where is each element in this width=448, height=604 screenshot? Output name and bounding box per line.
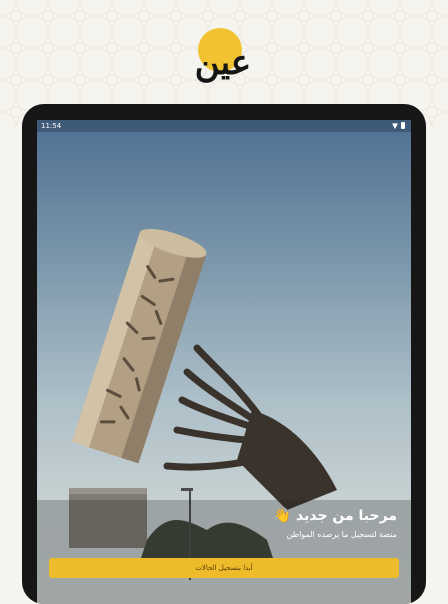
start-recording-button[interactable]: أبدا بتسجيل الحالات [49,558,399,578]
app-logo: عين [188,26,258,83]
welcome-title: مرحبا من جديد 👋 [274,508,397,524]
tablet-frame: 11:54 مرحبا من جديد 👋 منصة لتسجيل ما يرص… [22,104,426,604]
app-screen: 11:54 مرحبا من جديد 👋 منصة لتسجيل ما يرص… [37,120,411,604]
welcome-subtitle: منصة لتسجيل ما يرصده المواطن [286,530,397,539]
welcome-title-text: مرحبا من جديد [296,508,397,524]
wave-hand-icon: 👋 [273,508,292,524]
logo-text: عين [194,43,252,83]
